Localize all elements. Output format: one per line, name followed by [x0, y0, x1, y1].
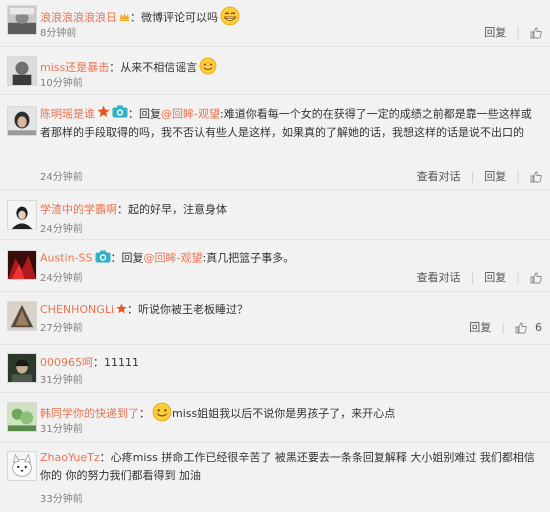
comment-list: 浪浪浪浪浪浪日 ：微博评论可以吗 8分钟前 回复 | miss还是暴击：从来不相信谣…: [0, 0, 550, 512]
thumbs-up-icon[interactable]: [530, 171, 542, 183]
timestamp: 24分钟前: [40, 273, 83, 284]
thumbs-up-icon[interactable]: [515, 322, 527, 334]
timestamp: 24分钟前: [40, 172, 83, 183]
like-count: 6: [535, 321, 542, 334]
comment-actions: 查看对话 | 回复 |: [417, 170, 542, 184]
avatar[interactable]: [7, 301, 37, 331]
avatar[interactable]: [7, 56, 37, 86]
mention-link[interactable]: @回眸-观望: [144, 252, 203, 265]
comment-item: CHENHONGLi ：听说你被王老板睡过？ 27分钟前 回复 | 6: [0, 292, 550, 345]
timestamp: 33分钟前: [40, 494, 83, 505]
divider: |: [501, 321, 505, 334]
comment-line: 000965呵：11111: [40, 355, 542, 370]
smile-emoji: [199, 57, 217, 79]
comment-text: 心疼miss 拼命工作已经很辛苦了 被黑还要去一条条回复解释 大小姐别难过 我们…: [40, 451, 535, 482]
colon: ：: [139, 407, 150, 420]
comment-line: 韩同学你的快递到了： miss姐姐我以后不说你是男孩子了，来开心点: [40, 402, 542, 426]
grin-emoji: [220, 6, 240, 30]
smile-emoji: [152, 402, 172, 426]
comment-text: 听说你被王老板睡过？: [138, 303, 248, 316]
comment-line: CHENHONGLi ：听说你被王老板睡过？: [40, 302, 542, 318]
colon: ：: [127, 303, 138, 316]
vip-crown-icon: [119, 11, 130, 26]
comment-line: Austin-SS ：回复@回眸-观望:真几把篮子事多。: [40, 250, 542, 267]
colon: ：: [128, 107, 139, 121]
comment-item: 学渣中的学霸啊：起的好早，注意身体 24分钟前: [0, 190, 550, 240]
thumbs-up-icon[interactable]: [530, 272, 542, 284]
view-conversation-button[interactable]: 查看对话: [417, 170, 461, 184]
comment-item: 陈明瑶是谁 ：回复@回眸-观望:难道你看每一个女的在获得了一定的成绩之前都是靠一些…: [0, 95, 550, 190]
reply-button[interactable]: 回复: [484, 26, 506, 40]
avatar[interactable]: [7, 402, 37, 432]
comment-text: 真几把篮子事多。: [206, 251, 295, 265]
comment-line: 学渣中的学霸啊：起的好早，注意身体: [40, 202, 542, 217]
username-link[interactable]: ZhaoYueTz: [40, 451, 100, 464]
avatar[interactable]: [7, 106, 37, 136]
divider: |: [470, 271, 475, 284]
comment-item: Austin-SS ：回复@回眸-观望:真几把篮子事多。 24分钟前 查看对话 | …: [0, 240, 550, 292]
avatar[interactable]: [7, 451, 37, 481]
timestamp: 31分钟前: [40, 375, 83, 386]
timestamp: 31分钟前: [40, 424, 83, 435]
username-link[interactable]: 000965呵: [40, 356, 93, 369]
avatar[interactable]: [7, 5, 37, 35]
comment-text: 11111: [104, 356, 139, 369]
username-link[interactable]: 韩同学你的快递到了: [40, 407, 139, 420]
vip-star-icon: [116, 302, 127, 318]
reply-button[interactable]: 回复: [469, 321, 491, 335]
reply-button[interactable]: 回复: [484, 170, 506, 184]
comment-line: miss还是暴击：从来不相信谣言: [40, 57, 542, 79]
timestamp: 24分钟前: [40, 224, 83, 235]
comment-actions: 查看对话 | 回复 |: [417, 271, 542, 285]
colon: ：: [110, 251, 122, 265]
comment-text: 从来不相信谣言: [120, 61, 198, 74]
avatar[interactable]: [7, 200, 37, 230]
timestamp: 8分钟前: [40, 28, 77, 39]
vip-star-icon: [97, 105, 110, 124]
colon: ：: [109, 61, 121, 74]
reply-prefix: 回复: [139, 107, 161, 121]
comment-body: 陈明瑶是谁 ：回复@回眸-观望:难道你看每一个女的在获得了一定的成绩之前都是靠一些…: [40, 105, 540, 142]
comment-item: 韩同学你的快递到了： miss姐姐我以后不说你是男孩子了，来开心点 31分钟前: [0, 393, 550, 443]
colon: ：: [130, 11, 141, 24]
avatar[interactable]: [7, 353, 37, 383]
timestamp: 10分钟前: [40, 78, 83, 89]
colon: ：: [117, 203, 128, 216]
comment-actions: 回复 |: [484, 26, 542, 40]
comment-text: miss姐姐我以后不说你是男孩子了，来开心点: [172, 407, 396, 420]
divider: |: [516, 26, 520, 39]
comment-item: 000965呵：11111 31分钟前: [0, 345, 550, 393]
camera-icon: [112, 105, 128, 124]
comment-text: 微博评论可以吗: [141, 11, 218, 24]
view-conversation-button[interactable]: 查看对话: [417, 271, 461, 285]
divider: |: [516, 271, 520, 284]
divider: |: [516, 170, 520, 183]
mention-link[interactable]: @回眸-观望: [161, 108, 220, 121]
username-link[interactable]: CHENHONGLi: [40, 303, 114, 316]
username-link[interactable]: miss还是暴击: [40, 61, 109, 74]
thumbs-up-icon[interactable]: [530, 27, 542, 39]
timestamp: 27分钟前: [40, 323, 83, 334]
comment-item: ZhaoYueTz：心疼miss 拼命工作已经很辛苦了 被黑还要去一条条回复解释…: [0, 443, 550, 512]
divider: |: [470, 170, 475, 183]
username-link[interactable]: 陈明瑶是谁: [40, 108, 95, 121]
avatar[interactable]: [7, 250, 37, 280]
comment-actions: 回复 | 6: [469, 321, 542, 335]
username-link[interactable]: Austin-SS: [40, 252, 93, 265]
comment-item: miss还是暴击：从来不相信谣言 10分钟前: [0, 47, 550, 95]
comment-body: ZhaoYueTz：心疼miss 拼命工作已经很辛苦了 被黑还要去一条条回复解释…: [40, 449, 540, 485]
comment-text: 起的好早，注意身体: [128, 203, 227, 216]
reply-prefix: 回复: [121, 251, 144, 265]
comment-line: 浪浪浪浪浪浪日 ：微博评论可以吗: [40, 6, 542, 30]
reply-button[interactable]: 回复: [484, 271, 506, 285]
comment-item: 浪浪浪浪浪浪日 ：微博评论可以吗 8分钟前 回复 |: [0, 0, 550, 47]
username-link[interactable]: 浪浪浪浪浪浪日: [40, 11, 117, 24]
camera-icon: [95, 250, 111, 267]
username-link[interactable]: 学渣中的学霸啊: [40, 203, 117, 216]
colon: ：: [93, 356, 104, 369]
colon: ：: [99, 451, 111, 464]
